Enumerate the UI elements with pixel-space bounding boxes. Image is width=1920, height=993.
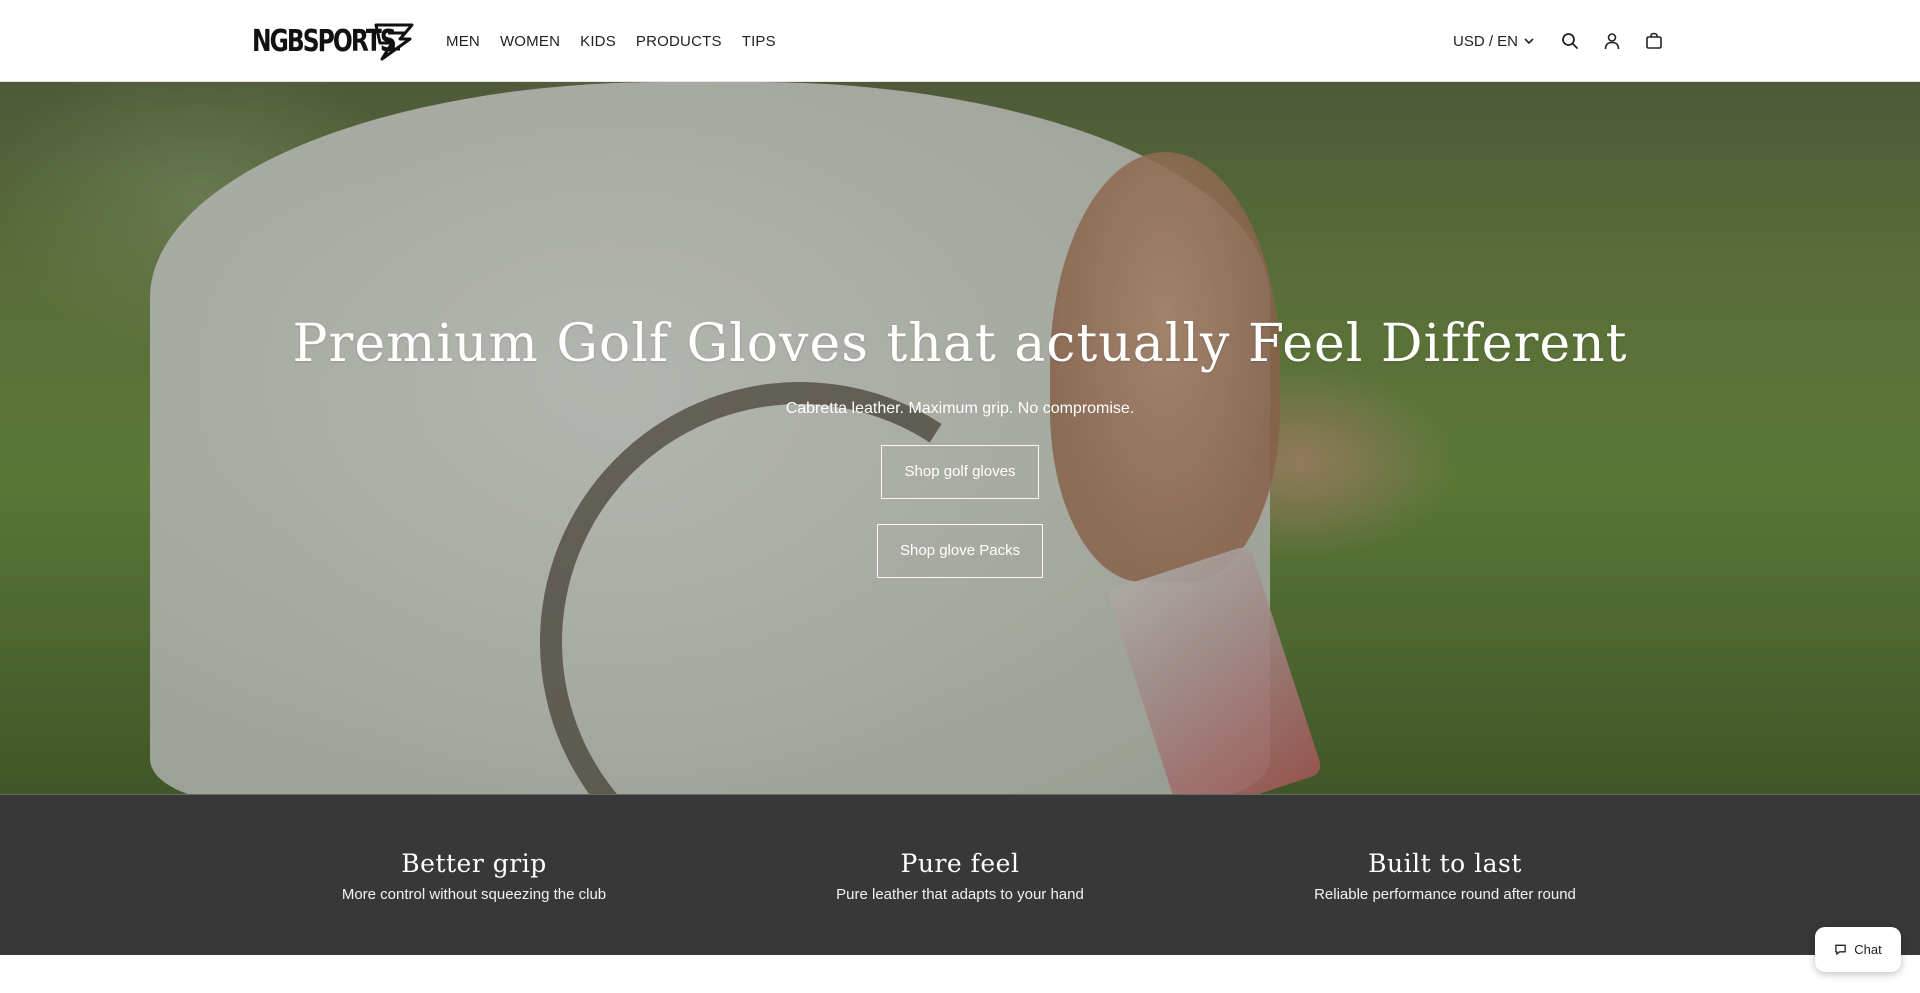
- feature-text: Reliable performance round after round: [1314, 886, 1576, 903]
- hero-title: Premium Golf Gloves that actually Feel D…: [292, 314, 1628, 374]
- hero-banner: Premium Golf Gloves that actually Feel D…: [0, 82, 1920, 794]
- account-icon: [1604, 33, 1620, 50]
- site-logo[interactable]: NGBSPORTS: [252, 19, 418, 63]
- main-nav: MEN WOMEN KIDS PRODUCTS TIPS: [446, 0, 796, 82]
- locale-selector[interactable]: USD / EN: [1453, 33, 1535, 50]
- nav-item-kids[interactable]: KIDS: [580, 33, 616, 50]
- nav-item-women[interactable]: WOMEN: [500, 33, 560, 50]
- cart-icon: [1646, 32, 1662, 49]
- search-icon: [1562, 33, 1578, 49]
- shop-glove-packs-button[interactable]: Shop glove Packs: [877, 524, 1043, 578]
- feature-title: Pure feel: [900, 849, 1020, 878]
- chat-label: Chat: [1854, 942, 1882, 957]
- features-band: Better grip More control without squeezi…: [0, 794, 1920, 955]
- nav-item-tips[interactable]: TIPS: [742, 33, 776, 50]
- chevron-down-icon: [1524, 38, 1534, 45]
- feature-title: Better grip: [401, 849, 547, 878]
- hero-content: Premium Golf Gloves that actually Feel D…: [0, 82, 1920, 794]
- hero-subtitle: Cabretta leather. Maximum grip. No compr…: [785, 400, 1135, 417]
- account-button[interactable]: [1591, 20, 1633, 62]
- logo-wordmark: NGBSPORTS: [252, 23, 397, 59]
- cart-button[interactable]: [1633, 20, 1675, 62]
- nav-item-men[interactable]: MEN: [446, 33, 480, 50]
- header-actions: USD / EN: [1453, 0, 1675, 82]
- feature-text: More control without squeezing the club: [341, 886, 607, 903]
- feature-text: Pure leather that adapts to your hand: [836, 886, 1084, 903]
- chat-bubble-icon: [1835, 944, 1847, 955]
- feature-item: Better grip More control without squeezi…: [264, 849, 684, 903]
- search-button[interactable]: [1549, 20, 1591, 62]
- feature-title: Built to last: [1368, 849, 1522, 878]
- locale-label: USD / EN: [1452, 32, 1518, 50]
- site-header: NGBSPORTS MEN WOMEN KIDS PRODUCTS TIPS U…: [0, 0, 1920, 82]
- chat-button[interactable]: Chat: [1815, 927, 1901, 972]
- feature-item: Pure feel Pure leather that adapts to yo…: [750, 849, 1170, 903]
- feature-item: Built to last Reliable performance round…: [1235, 849, 1655, 903]
- shop-golf-gloves-button[interactable]: Shop golf gloves: [881, 445, 1039, 499]
- nav-item-products[interactable]: PRODUCTS: [636, 33, 722, 50]
